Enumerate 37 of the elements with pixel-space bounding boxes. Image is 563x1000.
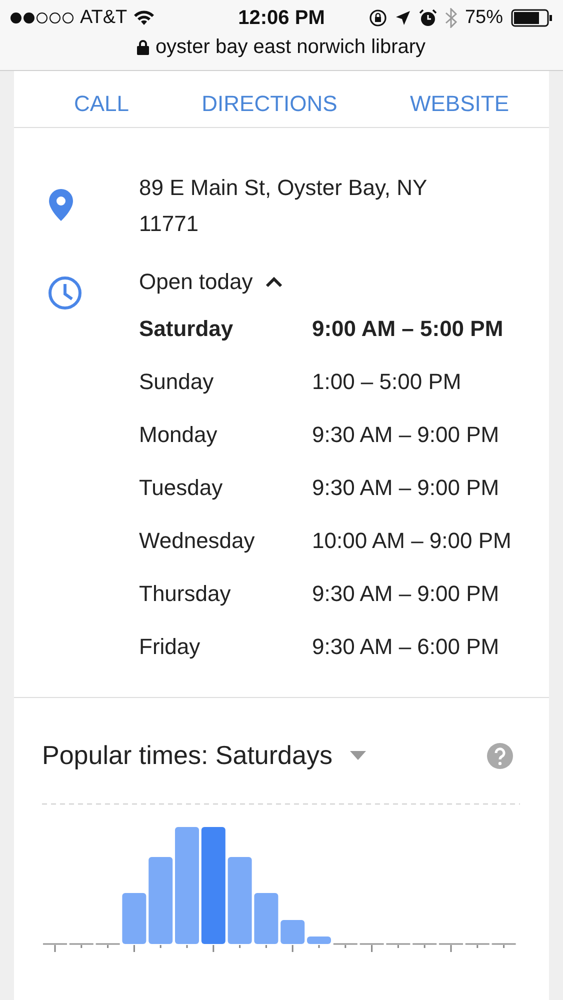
day-hours: 10:00 AM – 9:00 PM (312, 528, 512, 554)
day-name: Sunday (139, 368, 215, 394)
alarm-icon (418, 9, 437, 27)
popular-times-dropdown[interactable]: Popular times: Saturdays (42, 740, 366, 771)
lock-icon (137, 40, 150, 55)
day-hours: 9:30 AM – 9:00 PM (312, 580, 500, 606)
day-hours: 1:00 – 5:00 PM (312, 368, 462, 394)
help-icon[interactable] (487, 742, 513, 768)
hours-toggle[interactable]: Open today (139, 262, 283, 302)
day-name: Friday (139, 634, 202, 660)
clock: 12:06 PM (238, 6, 325, 30)
action-link[interactable]: CALL (74, 91, 130, 117)
day-hours: 9:00 AM – 5:00 PM (312, 316, 504, 342)
action-link[interactable]: WEBSITE (410, 91, 509, 117)
address: 89 E Main St, Oyster Bay, NY 11771 (139, 174, 428, 238)
action-link[interactable]: DIRECTIONS (202, 91, 338, 117)
caret-icon (264, 276, 283, 288)
battery-icon (511, 9, 553, 27)
clock-icon (48, 276, 82, 310)
day-name: Saturday (139, 316, 234, 342)
wifi-icon (133, 10, 156, 26)
day-name: Wednesday (139, 528, 256, 554)
day-hours: 9:30 AM – 6:00 PM (312, 634, 500, 660)
day-hours: 9:30 AM – 9:00 PM (312, 474, 500, 500)
carrier: AT&T (80, 7, 128, 29)
location-pin-icon (48, 188, 74, 222)
day-name: Thursday (139, 580, 232, 606)
day-name: Tuesday (139, 474, 224, 500)
day-hours: 9:30 AM – 9:00 PM (312, 422, 500, 448)
rotation-lock-icon (368, 9, 387, 27)
location-arrow-icon (394, 10, 411, 26)
battery-percentage: 75% (464, 7, 503, 29)
bluetooth-icon (444, 8, 457, 28)
day-name: Monday (139, 422, 218, 448)
signal-icon (10, 12, 74, 24)
page-title[interactable]: oyster bay east norwich library (155, 36, 426, 59)
dropdown-caret-icon (350, 751, 366, 760)
